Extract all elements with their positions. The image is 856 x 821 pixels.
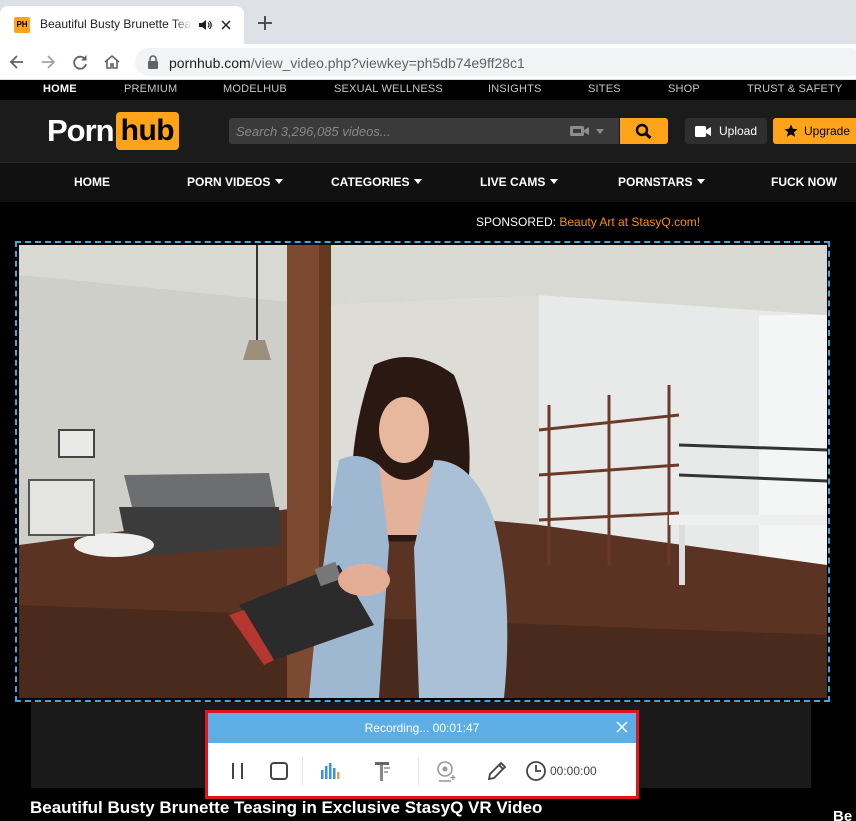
url-path: /view_video.php?viewkey=ph5db74e9ff28c1 <box>250 55 525 71</box>
nav-fuck-now-label: FUCK NOW <box>771 175 837 189</box>
site-top-links: HOME PREMIUM MODELHUB SEXUAL WELLNESS IN… <box>0 80 856 100</box>
toplink-trust-safety[interactable]: TRUST & SAFETY <box>747 83 843 95</box>
video-title: Beautiful Busty Brunette Teasing in Excl… <box>30 798 543 817</box>
browser-toolbar: pornhub.com/view_video.php?viewkey=ph5db… <box>0 44 856 80</box>
url-host: pornhub.com <box>169 55 251 71</box>
sponsored-label: SPONSORED: <box>476 215 557 229</box>
upgrade-button[interactable]: Upgrade <box>773 118 856 144</box>
recorder-header[interactable]: Recording... 00:01:47 <box>208 713 636 743</box>
chevron-down-icon <box>697 179 706 184</box>
main-nav: HOME PORN VIDEOS CATEGORIES LIVE CAMS PO… <box>0 162 856 202</box>
audio-playing-icon[interactable] <box>198 18 212 32</box>
logo-text-left: Porn <box>47 113 115 148</box>
pencil-icon[interactable] <box>486 760 508 782</box>
sponsored-line: SPONSORED: Beauty Art at StasyQ.com! <box>476 215 700 229</box>
nav-porn-videos-label: PORN VIDEOS <box>187 175 271 189</box>
home-icon[interactable] <box>102 52 122 72</box>
toplink-sites[interactable]: SITES <box>588 83 621 95</box>
nav-pornstars-label: PORNSTARS <box>618 175 693 189</box>
lock-icon[interactable] <box>147 55 159 69</box>
video-camera-icon <box>695 126 711 137</box>
video-frame-image <box>19 245 827 698</box>
tab-title: Beautiful Busty Brunette Teasing in Excl… <box>40 17 192 31</box>
search-box <box>229 118 619 144</box>
search-icon <box>635 123 652 139</box>
upgrade-label: Upgrade <box>804 124 851 138</box>
browser-tab[interactable]: PH Beautiful Busty Brunette Teasing in E… <box>0 6 244 44</box>
webcam-icon[interactable] <box>435 760 457 782</box>
clock-icon[interactable] <box>525 760 547 782</box>
logo-text-right: hub <box>115 112 180 150</box>
nav-home[interactable]: HOME <box>74 175 110 189</box>
site-favicon-icon: PH <box>14 17 30 33</box>
microphone-volume-icon[interactable] <box>374 760 396 782</box>
stop-icon[interactable] <box>268 760 290 782</box>
search-input[interactable] <box>229 118 559 144</box>
video-filter-dropdown-icon[interactable] <box>569 124 609 138</box>
nav-porn-videos[interactable]: PORN VIDEOS <box>187 175 284 189</box>
search-button[interactable] <box>620 118 668 144</box>
toplink-shop[interactable]: SHOP <box>668 83 700 95</box>
sponsored-link[interactable]: Beauty Art at StasyQ.com! <box>559 215 700 229</box>
separator <box>302 757 303 785</box>
new-tab-icon[interactable] <box>254 12 276 34</box>
chevron-down-icon <box>275 179 284 184</box>
sidebar-heading-partial: Be <box>833 808 853 821</box>
star-icon <box>784 124 798 137</box>
upload-button[interactable]: Upload <box>685 118 767 144</box>
nav-live-cams-label: LIVE CAMS <box>480 175 546 189</box>
nav-categories-label: CATEGORIES <box>331 175 410 189</box>
video-player[interactable] <box>19 245 827 698</box>
chevron-down-icon <box>414 179 423 184</box>
reload-icon[interactable] <box>70 52 90 72</box>
upload-label: Upload <box>719 124 758 138</box>
nav-fuck-now[interactable]: FUCK NOW <box>771 175 837 189</box>
browser-tabstrip: PH Beautiful Busty Brunette Teasing in E… <box>0 0 856 44</box>
back-arrow-icon[interactable] <box>7 52 27 72</box>
pause-icon[interactable] <box>227 760 249 782</box>
toplink-sexual-wellness[interactable]: SEXUAL WELLNESS <box>334 83 443 95</box>
separator <box>418 757 419 785</box>
nav-categories[interactable]: CATEGORIES <box>331 175 423 189</box>
screen-recorder-panel: Recording... 00:01:47 00:00:00 <box>205 710 639 799</box>
scheduled-timer: 00:00:00 <box>550 764 597 778</box>
forward-arrow-icon[interactable] <box>38 52 58 72</box>
close-icon[interactable] <box>616 721 628 733</box>
close-tab-icon[interactable] <box>219 18 233 32</box>
audio-levels-icon[interactable] <box>319 760 341 782</box>
toplink-premium[interactable]: PREMIUM <box>124 83 177 95</box>
site-logo[interactable]: Porn hub <box>47 112 180 150</box>
toplink-modelhub[interactable]: MODELHUB <box>223 83 287 95</box>
nav-live-cams[interactable]: LIVE CAMS <box>480 175 559 189</box>
toplink-home[interactable]: HOME <box>43 83 77 95</box>
url-text: pornhub.com/view_video.php?viewkey=ph5db… <box>169 55 525 71</box>
chevron-down-icon <box>550 179 559 184</box>
nav-pornstars[interactable]: PORNSTARS <box>618 175 706 189</box>
recording-status: Recording... 00:01:47 <box>364 721 480 735</box>
toplink-insights[interactable]: INSIGHTS <box>488 83 542 95</box>
address-bar[interactable]: pornhub.com/view_video.php?viewkey=ph5db… <box>135 48 856 76</box>
nav-home-label: HOME <box>74 175 110 189</box>
